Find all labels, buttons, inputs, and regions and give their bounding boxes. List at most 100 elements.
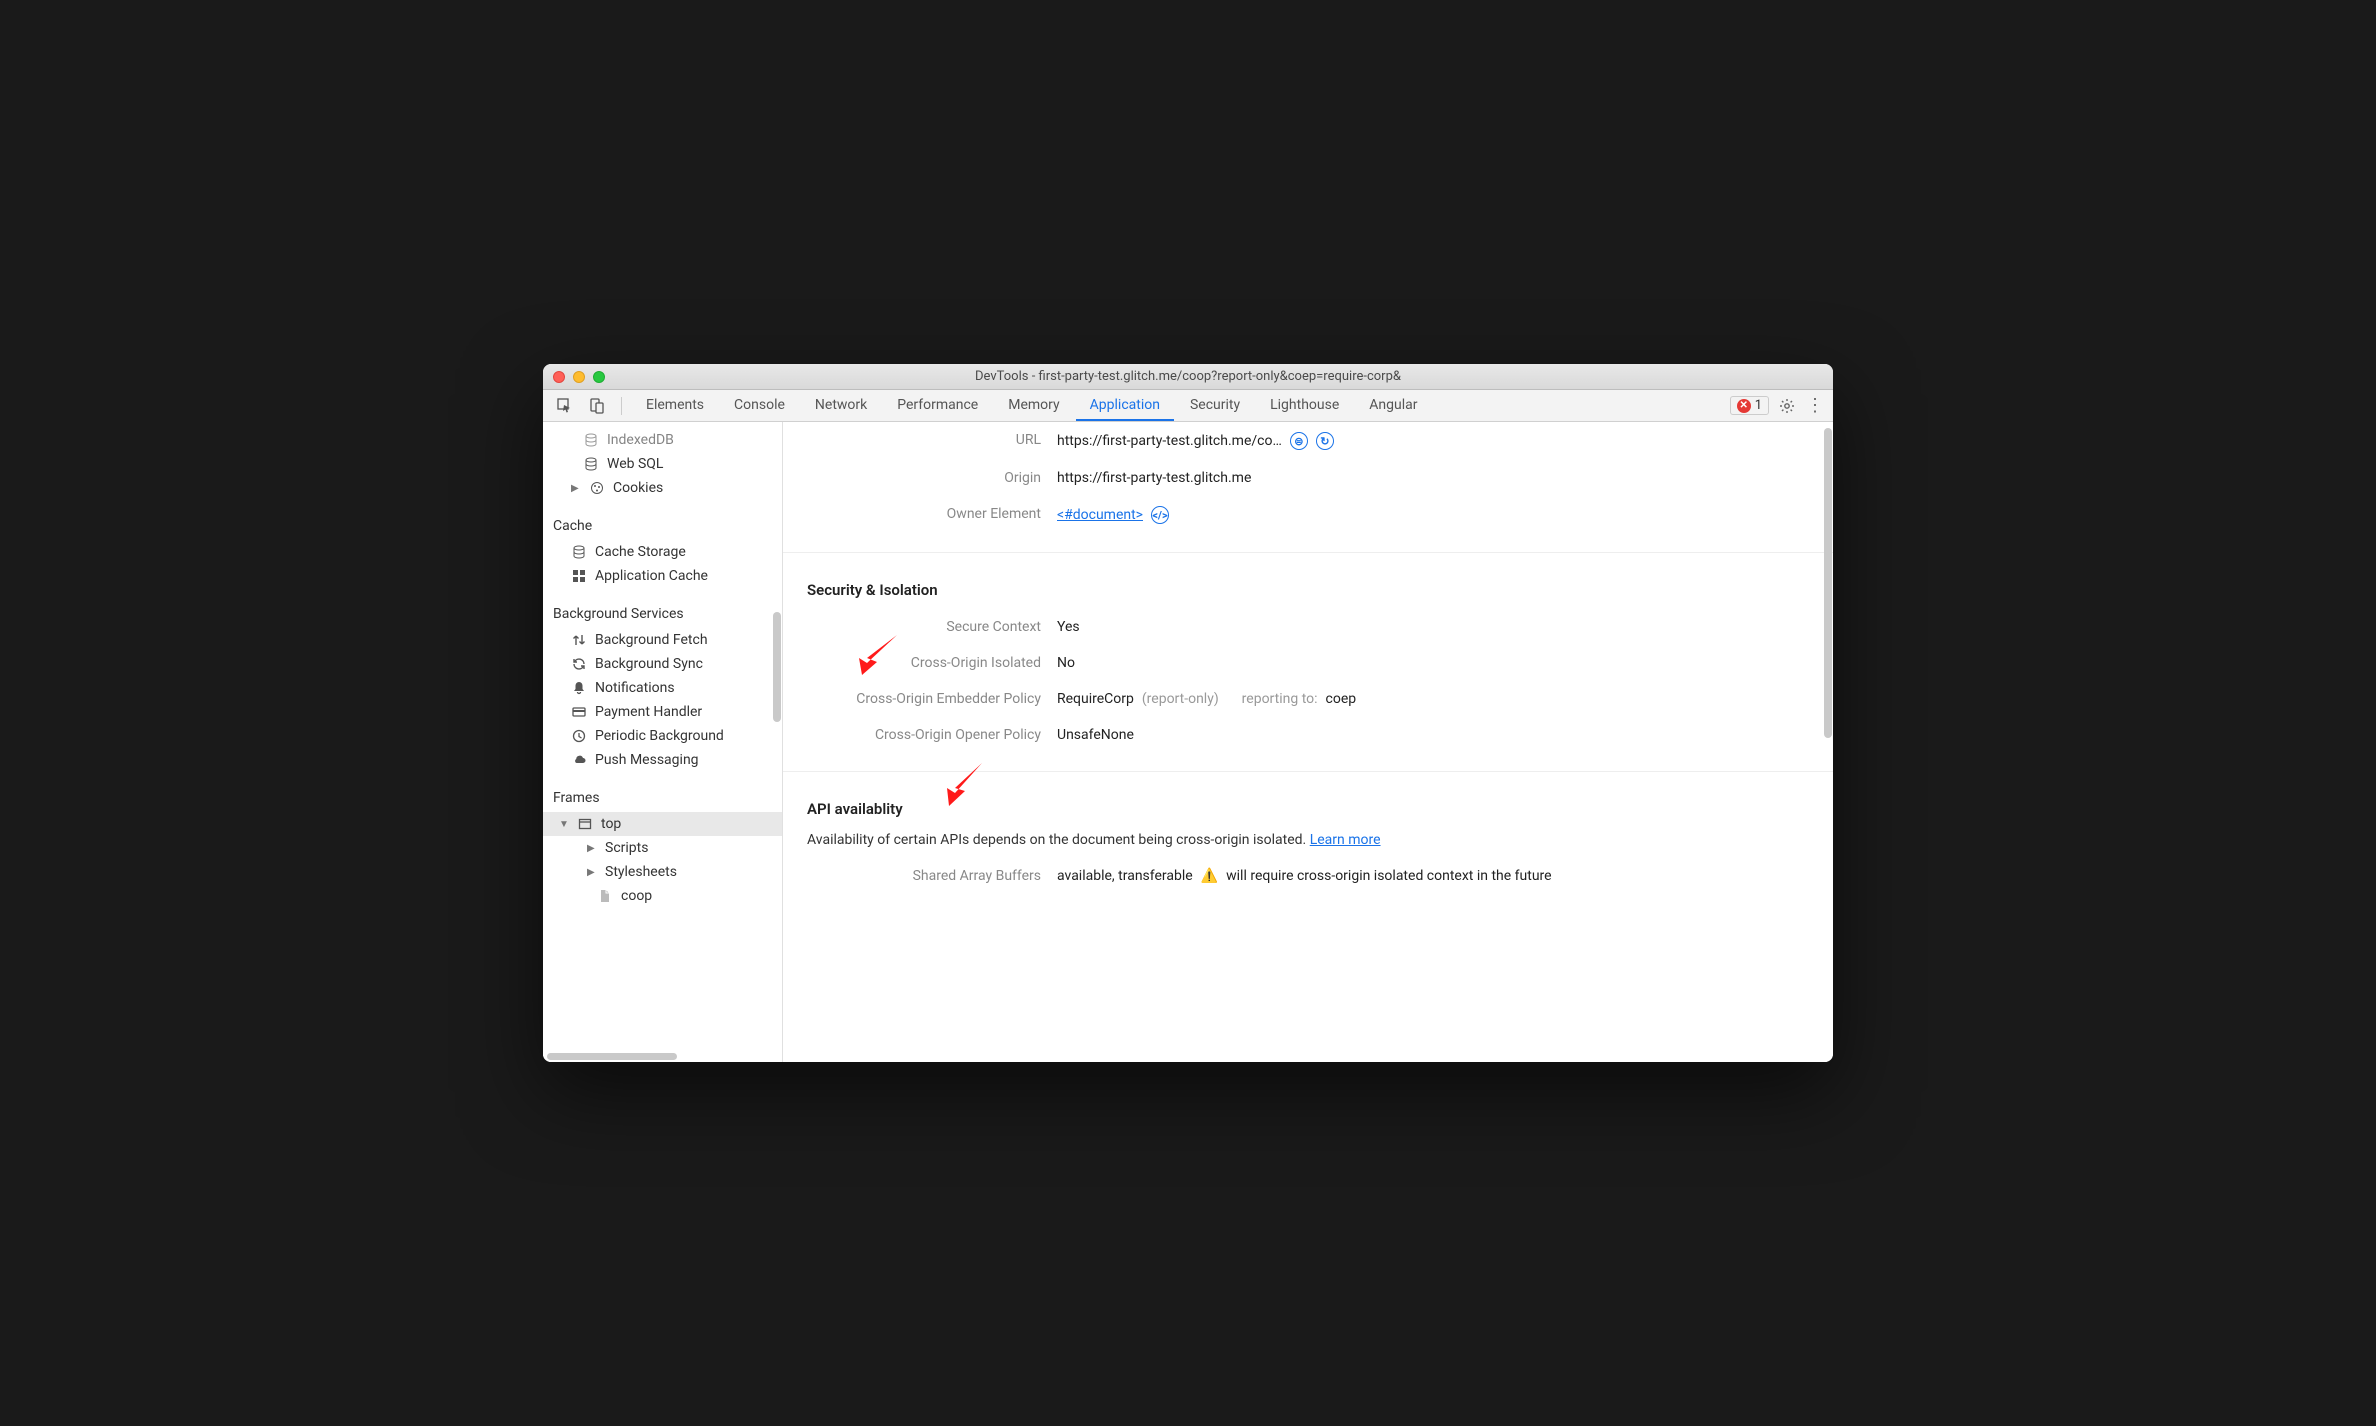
sidebar-vertical-scrollbar[interactable]	[773, 612, 781, 722]
sidebar-item-label: Payment Handler	[595, 704, 702, 720]
devtools-window: DevTools - first-party-test.glitch.me/co…	[543, 364, 1833, 1062]
sidebar-item-indexeddb[interactable]: IndexedDB	[543, 428, 782, 452]
divider	[783, 771, 1833, 772]
sidebar-item-push[interactable]: Push Messaging	[543, 748, 782, 772]
sidebar-item-payment[interactable]: Payment Handler	[543, 700, 782, 724]
database-icon	[571, 544, 587, 560]
database-icon	[583, 456, 599, 472]
sidebar-item-label: Periodic Background	[595, 728, 724, 744]
copy-url-icon[interactable]: ⊜	[1290, 432, 1308, 450]
expand-caret-icon: ▶	[571, 483, 581, 494]
coi-label: Cross-Origin Isolated	[807, 655, 1057, 671]
card-icon	[571, 704, 587, 720]
api-availability-desc: Availability of certain APIs depends on …	[807, 828, 1809, 858]
sidebar-item-application-cache[interactable]: Application Cache	[543, 564, 782, 588]
main-vertical-scrollbar[interactable]	[1824, 428, 1832, 738]
coep-suffix: (report-only)	[1142, 691, 1219, 707]
inspect-element-icon[interactable]	[551, 392, 579, 420]
api-availability-heading-text: API availablity	[807, 800, 903, 818]
panel-tabs: Elements Console Network Performance Mem…	[632, 391, 1726, 421]
annotation-arrow-icon	[937, 758, 992, 813]
sidebar-item-label: Web SQL	[607, 456, 663, 472]
sab-value: available, transferable	[1057, 868, 1193, 884]
sidebar-item-bg-fetch[interactable]: Background Fetch	[543, 628, 782, 652]
tab-lighthouse[interactable]: Lighthouse	[1256, 391, 1353, 421]
sidebar-item-cache-storage[interactable]: Cache Storage	[543, 540, 782, 564]
sidebar-item-notifications[interactable]: Notifications	[543, 676, 782, 700]
frame-tree-top-label: top	[601, 816, 621, 832]
sab-label: Shared Array Buffers	[807, 868, 1057, 884]
titlebar: DevTools - first-party-test.glitch.me/co…	[543, 364, 1833, 390]
sab-warning-text: will require cross-origin isolated conte…	[1226, 868, 1551, 884]
database-icon	[583, 432, 599, 448]
tab-network[interactable]: Network	[801, 391, 881, 421]
sync-icon	[571, 656, 587, 672]
owner-element-label: Owner Element	[807, 506, 1057, 522]
panel-body: IndexedDB Web SQL ▶ Cookies Cache Cache …	[543, 422, 1833, 1062]
url-value: https://first-party-test.glitch.me/co…	[1057, 433, 1282, 449]
frame-tree-leaf-coop[interactable]: coop	[543, 884, 782, 908]
tab-application[interactable]: Application	[1076, 391, 1174, 421]
coep-label: Cross-Origin Embedder Policy	[807, 691, 1057, 707]
minimize-window-button[interactable]	[573, 371, 585, 383]
api-desc-text: Availability of certain APIs depends on …	[807, 832, 1310, 848]
cookie-icon	[589, 480, 605, 496]
learn-more-link[interactable]: Learn more	[1310, 832, 1381, 848]
device-toggle-icon[interactable]	[583, 392, 611, 420]
frame-tree-top[interactable]: ▼ top	[543, 812, 782, 836]
api-availability-heading: API availablity	[807, 790, 903, 828]
error-count: 1	[1755, 398, 1762, 413]
tab-angular[interactable]: Angular	[1355, 391, 1431, 421]
sidebar-item-label: Application Cache	[595, 568, 708, 584]
close-window-button[interactable]	[553, 371, 565, 383]
sidebar-heading-bg: Background Services	[543, 600, 782, 628]
secure-context-label: Secure Context	[807, 619, 1057, 635]
tab-security[interactable]: Security	[1176, 391, 1254, 421]
error-count-badge[interactable]: ✕ 1	[1730, 396, 1769, 415]
coep-reporting-label: reporting to:	[1242, 691, 1318, 707]
tab-memory[interactable]: Memory	[994, 391, 1073, 421]
settings-gear-icon[interactable]	[1773, 398, 1801, 414]
expand-caret-icon: ▶	[587, 867, 597, 878]
sidebar-item-periodic-bg[interactable]: Periodic Background	[543, 724, 782, 748]
sidebar-item-label: Cookies	[613, 480, 663, 496]
maximize-window-button[interactable]	[593, 371, 605, 383]
frame-detail-pane: URL https://first-party-test.glitch.me/c…	[783, 422, 1833, 1062]
separator	[621, 397, 622, 415]
sidebar-item-label: Stylesheets	[605, 864, 677, 880]
reveal-elements-icon[interactable]: </>	[1151, 506, 1169, 524]
devtools-toolbar: Elements Console Network Performance Mem…	[543, 390, 1833, 422]
window-title: DevTools - first-party-test.glitch.me/co…	[543, 369, 1833, 384]
cloud-icon	[571, 752, 587, 768]
window-controls	[553, 371, 605, 383]
origin-value: https://first-party-test.glitch.me	[1057, 470, 1251, 486]
expand-caret-icon: ▶	[587, 843, 597, 854]
bell-icon	[571, 680, 587, 696]
coep-value: RequireCorp	[1057, 691, 1134, 707]
tab-performance[interactable]: Performance	[883, 391, 992, 421]
arrows-updown-icon	[571, 632, 587, 648]
divider	[783, 552, 1833, 553]
url-label: URL	[807, 432, 1057, 448]
sidebar-item-bg-sync[interactable]: Background Sync	[543, 652, 782, 676]
frame-tree-stylesheets[interactable]: ▶ Stylesheets	[543, 860, 782, 884]
sidebar-item-websql[interactable]: Web SQL	[543, 452, 782, 476]
frame-icon	[577, 816, 593, 832]
sidebar-item-label: Push Messaging	[595, 752, 699, 768]
sidebar-item-cookies[interactable]: ▶ Cookies	[543, 476, 782, 500]
application-sidebar: IndexedDB Web SQL ▶ Cookies Cache Cache …	[543, 422, 783, 1062]
sidebar-item-label: Background Fetch	[595, 632, 708, 648]
tab-console[interactable]: Console	[720, 391, 799, 421]
sidebar-horizontal-scrollbar[interactable]	[543, 1052, 782, 1062]
expand-caret-icon: ▼	[559, 819, 569, 830]
origin-label: Origin	[807, 470, 1057, 486]
reveal-network-icon[interactable]: ↻	[1316, 432, 1334, 450]
owner-element-link[interactable]: <#document>	[1057, 507, 1143, 523]
error-dot-icon: ✕	[1737, 399, 1751, 413]
tab-elements[interactable]: Elements	[632, 391, 718, 421]
secure-context-value: Yes	[1057, 619, 1080, 635]
security-isolation-heading: Security & Isolation	[807, 571, 1809, 609]
frame-tree-scripts[interactable]: ▶ Scripts	[543, 836, 782, 860]
sidebar-item-label: Cache Storage	[595, 544, 686, 560]
more-menu-icon[interactable]: ⋮	[1805, 395, 1825, 416]
